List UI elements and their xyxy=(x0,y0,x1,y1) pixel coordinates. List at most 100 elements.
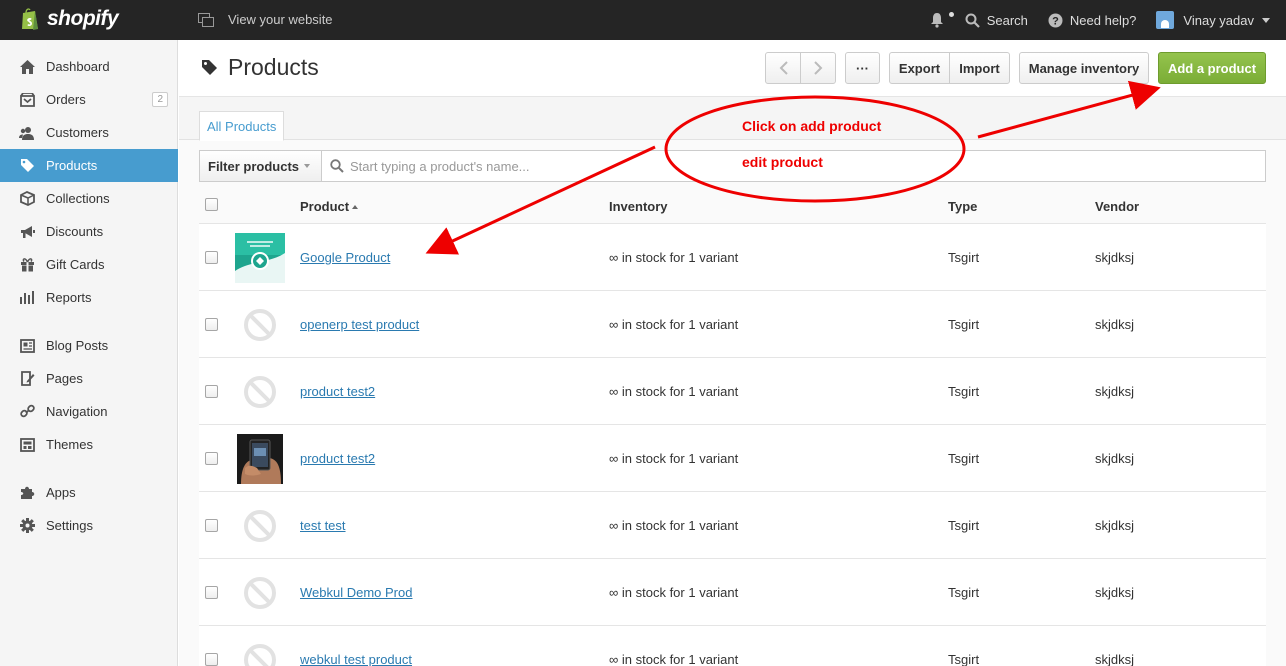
bell-icon xyxy=(930,13,943,28)
tab-all-products[interactable]: All Products xyxy=(199,111,285,141)
vendor-cell: skjdksj xyxy=(1095,585,1135,600)
table-row[interactable]: Webkul Demo Prod ∞ in stock for 1 varian… xyxy=(199,559,1266,626)
collections-icon xyxy=(19,191,35,207)
sidebar-item-label: Customers xyxy=(46,125,109,140)
brand-name: shopify xyxy=(47,7,119,30)
sidebar-item-discounts[interactable]: Discounts xyxy=(0,215,178,248)
table-row[interactable]: webkul test product ∞ in stock for 1 var… xyxy=(199,626,1266,666)
table-row[interactable]: Google Product ∞ in stock for 1 variant … xyxy=(199,224,1266,291)
sidebar-item-label: Navigation xyxy=(46,404,108,419)
row-checkbox[interactable] xyxy=(205,586,218,599)
pages-icon xyxy=(19,371,35,387)
no-image-icon[interactable] xyxy=(235,501,285,551)
page-title-text: Products xyxy=(228,54,319,80)
svg-text:?: ? xyxy=(1052,15,1059,27)
product-name-link[interactable]: product test2 xyxy=(300,384,375,399)
sidebar-item-label: Gift Cards xyxy=(46,257,105,272)
filter-products-label: Filter products xyxy=(208,158,300,174)
sidebar-item-collections[interactable]: Collections xyxy=(0,182,178,215)
puzzle-icon xyxy=(19,485,35,501)
help-button[interactable]: ? Need help? xyxy=(1048,13,1136,28)
manage-inventory-button[interactable]: Manage inventory xyxy=(1019,52,1149,84)
annotation-text-edit: edit product xyxy=(742,154,823,170)
product-name-link[interactable]: Webkul Demo Prod xyxy=(300,585,412,600)
no-image-icon[interactable] xyxy=(235,300,285,350)
row-checkbox[interactable] xyxy=(205,318,218,331)
customers-icon xyxy=(19,125,35,141)
no-image-icon[interactable] xyxy=(235,635,285,666)
table-row[interactable]: product test2 ∞ in stock for 1 variant T… xyxy=(199,425,1266,492)
sidebar-item-blog-posts[interactable]: Blog Posts xyxy=(0,329,178,362)
product-name-link[interactable]: openerp test product xyxy=(300,317,419,332)
sidebar: Dashboard Orders 2 Customers Products Co… xyxy=(0,40,178,666)
no-image-icon[interactable] xyxy=(235,367,285,417)
sidebar-item-orders[interactable]: Orders 2 xyxy=(0,83,178,116)
sidebar-item-navigation[interactable]: Navigation xyxy=(0,395,178,428)
import-button[interactable]: Import xyxy=(949,52,1010,84)
column-inventory[interactable]: Inventory xyxy=(609,199,668,214)
search-button[interactable]: Search xyxy=(965,13,1028,28)
sidebar-item-pages[interactable]: Pages xyxy=(0,362,178,395)
column-type[interactable]: Type xyxy=(948,199,977,214)
sidebar-item-reports[interactable]: Reports xyxy=(0,281,178,314)
filter-bar: Filter products Start typing a product's… xyxy=(199,150,1266,182)
inventory-cell: ∞ in stock for 1 variant xyxy=(609,384,739,399)
phone-hand-image[interactable] xyxy=(235,434,285,484)
add-product-button[interactable]: Add a product xyxy=(1158,52,1266,84)
sidebar-item-dashboard[interactable]: Dashboard xyxy=(0,50,178,83)
newspaper-icon xyxy=(19,338,35,354)
export-button[interactable]: Export xyxy=(889,52,950,84)
view-website-link[interactable]: View your website xyxy=(198,12,333,27)
table-row[interactable]: test test ∞ in stock for 1 variant Tsgir… xyxy=(199,492,1266,559)
sidebar-item-gift-cards[interactable]: Gift Cards xyxy=(0,248,178,281)
sidebar-item-settings[interactable]: Settings xyxy=(0,509,178,542)
row-checkbox[interactable] xyxy=(205,519,218,532)
chevron-right-icon xyxy=(813,61,822,75)
more-actions-button[interactable]: ··· xyxy=(845,52,880,84)
table-row[interactable]: openerp test product ∞ in stock for 1 va… xyxy=(199,291,1266,358)
megaphone-icon xyxy=(19,224,35,240)
previous-button[interactable] xyxy=(765,52,801,84)
row-checkbox[interactable] xyxy=(205,452,218,465)
inventory-cell: ∞ in stock for 1 variant xyxy=(609,652,739,666)
no-image-icon[interactable] xyxy=(235,568,285,618)
product-name-link[interactable]: webkul test product xyxy=(300,652,412,666)
tabs-bar: All Products xyxy=(179,97,1286,141)
shopify-logo[interactable]: shopify xyxy=(20,7,119,31)
vendor-cell: skjdksj xyxy=(1095,518,1135,533)
row-checkbox[interactable] xyxy=(205,251,218,264)
sidebar-item-customers[interactable]: Customers xyxy=(0,116,178,149)
select-all-checkbox[interactable] xyxy=(205,198,218,211)
notifications-button[interactable] xyxy=(930,12,954,28)
table-row[interactable]: product test2 ∞ in stock for 1 variant T… xyxy=(199,358,1266,425)
sidebar-item-products[interactable]: Products xyxy=(0,149,178,182)
column-vendor[interactable]: Vendor xyxy=(1095,199,1139,214)
next-button[interactable] xyxy=(800,52,836,84)
sidebar-item-themes[interactable]: Themes xyxy=(0,428,178,461)
windows-icon xyxy=(198,12,214,27)
sidebar-item-apps[interactable]: Apps xyxy=(0,476,178,509)
shopify-bag-icon xyxy=(22,8,38,30)
inventory-cell: ∞ in stock for 1 variant xyxy=(609,250,739,265)
type-cell: Tsgirt xyxy=(948,585,980,600)
question-icon: ? xyxy=(1048,13,1063,27)
sidebar-item-label: Apps xyxy=(46,485,76,500)
filter-products-button[interactable]: Filter products xyxy=(200,151,322,181)
product-name-link[interactable]: test test xyxy=(300,518,346,533)
sidebar-item-label: Discounts xyxy=(46,224,104,239)
product-name-link[interactable]: product test2 xyxy=(300,451,375,466)
vendor-cell: skjdksj xyxy=(1095,250,1135,265)
user-menu[interactable]: Vinay yadav xyxy=(1156,11,1278,29)
google-product-image[interactable] xyxy=(235,233,285,283)
chevron-down-icon xyxy=(304,164,311,168)
product-name-link[interactable]: Google Product xyxy=(300,250,390,265)
sidebar-item-label: Themes xyxy=(46,437,93,452)
vendor-cell: skjdksj xyxy=(1095,384,1135,399)
inventory-cell: ∞ in stock for 1 variant xyxy=(609,518,739,533)
search-icon xyxy=(330,159,344,173)
row-checkbox[interactable] xyxy=(205,653,218,666)
sidebar-item-label: Dashboard xyxy=(46,59,110,74)
row-checkbox[interactable] xyxy=(205,385,218,398)
user-name: Vinay yadav xyxy=(1183,12,1254,28)
column-product[interactable]: Product xyxy=(300,199,359,214)
